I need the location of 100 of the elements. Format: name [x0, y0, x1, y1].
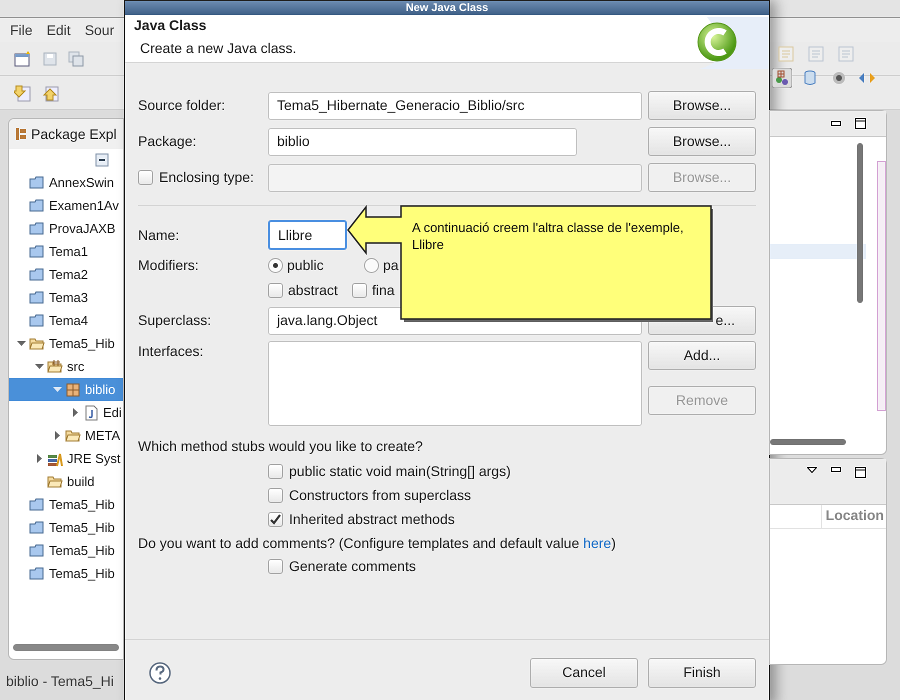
tree-item[interactable]: src — [9, 355, 84, 378]
checkbox-label: Generate comments — [289, 556, 416, 576]
checkbox[interactable] — [268, 282, 283, 298]
radio-button[interactable] — [268, 258, 283, 272]
menu-item[interactable]: Sour — [84, 20, 114, 40]
tree-item[interactable]: Tema5_Hib — [9, 332, 115, 355]
next-annotation-icon[interactable] — [14, 84, 32, 102]
checkbox[interactable] — [268, 558, 283, 574]
checkbox[interactable] — [268, 512, 283, 526]
save-icon[interactable] — [42, 50, 58, 66]
field-label: Modifiers: — [138, 256, 200, 274]
collapse-all-icon[interactable] — [95, 153, 109, 167]
add-button[interactable]: Add... — [648, 341, 756, 370]
browse-button[interactable]: Browse... — [648, 127, 756, 156]
tree-item[interactable]: Tema4 — [9, 309, 88, 332]
callout-text: A continuació creem l'altra classe de l'exemple, Llibre — [412, 219, 685, 253]
help-icon[interactable] — [149, 662, 171, 684]
page-description: Create a new Java class. — [139, 38, 296, 58]
column-header[interactable]: Location — [820, 505, 886, 528]
tree-label: Examen1Av — [49, 196, 119, 215]
scrollbar[interactable] — [13, 644, 119, 651]
maximize-icon[interactable] — [855, 118, 866, 129]
checkbox-label: Inherited abstract methods — [289, 510, 455, 528]
collapse-arrow-icon[interactable] — [52, 431, 62, 440]
checkbox-label: Constructors from superclass — [289, 486, 472, 505]
tree-item[interactable]: Edi — [9, 401, 122, 424]
window-title: New Java Class — [406, 2, 488, 14]
tree-label: src — [67, 358, 84, 376]
expand-arrow-icon[interactable] — [16, 339, 26, 348]
tree-item[interactable]: Tema5_Hib — [9, 493, 115, 516]
tree-item[interactable]: build — [9, 470, 94, 493]
menu-item[interactable]: Edit — [46, 20, 71, 40]
menu-item[interactable]: File — [10, 20, 33, 40]
tree-item[interactable]: Examen1Av — [9, 194, 119, 217]
tree-label: JRE Syst — [67, 450, 120, 468]
checkbox[interactable] — [268, 488, 283, 502]
tree-item[interactable]: JRE Syst — [9, 447, 120, 470]
project-folder-icon — [29, 312, 45, 328]
tree-item[interactable]: Tema3 — [9, 286, 88, 309]
tree-label: META — [85, 426, 120, 445]
finish-button[interactable]: Finish — [648, 658, 756, 688]
tree-label: Edi — [103, 404, 122, 422]
expand-arrow-icon[interactable] — [52, 385, 62, 394]
project-folder-icon — [29, 290, 45, 306]
tree-label: Tema1 — [49, 242, 88, 261]
tree-item[interactable]: AnnexSwin — [9, 171, 114, 194]
project-folder-icon — [29, 174, 45, 190]
checkbox-label: abstract — [288, 280, 338, 300]
tree-item[interactable]: META — [9, 424, 120, 447]
status-text: biblio - Tema5_Hi — [6, 672, 114, 691]
package-icon — [65, 382, 81, 398]
cancel-button[interactable]: Cancel — [530, 658, 638, 688]
tree-item[interactable]: ProvaJAXB — [9, 217, 116, 240]
open-folder-icon — [29, 336, 45, 352]
tree-label: AnnexSwin — [49, 174, 114, 192]
format-icon[interactable] — [778, 46, 794, 62]
browse-button[interactable]: Browse... — [648, 91, 756, 120]
view-menu-icon[interactable] — [807, 467, 817, 473]
source-folder-field[interactable]: Tema5_Hibernate_Generacio_Biblio/src — [268, 92, 642, 120]
field-label: Name: — [138, 226, 180, 244]
document-icon[interactable] — [808, 46, 824, 62]
package-field[interactable]: biblio — [268, 128, 577, 156]
minimize-icon[interactable] — [831, 467, 841, 472]
save-all-icon[interactable] — [68, 50, 84, 66]
project-folder-icon — [29, 220, 45, 236]
field-label: Superclass: — [138, 311, 212, 330]
paragraph-icon[interactable] — [838, 46, 854, 62]
tree-label: ProvaJAXB — [49, 220, 116, 238]
radio-label: pa — [383, 256, 399, 275]
tree-item[interactable]: Tema1 — [9, 240, 88, 263]
toggle-icon[interactable] — [772, 68, 792, 88]
tree-item[interactable]: Tema5_Hib — [9, 516, 115, 539]
checkbox-label: fina — [372, 280, 395, 300]
tree-label: Tema5_Hib — [49, 542, 115, 560]
field-label: Interfaces: — [138, 342, 204, 361]
tree-label: Tema3 — [49, 288, 88, 307]
tree-item[interactable]: Tema5_Hib — [9, 562, 115, 585]
radio-button[interactable] — [364, 258, 379, 272]
collapse-arrow-icon[interactable] — [34, 454, 44, 463]
java-file-icon — [83, 404, 99, 420]
here-link[interactable]: here — [583, 535, 612, 551]
minimize-icon[interactable] — [831, 121, 841, 126]
scrollbar[interactable] — [857, 143, 863, 303]
expand-arrow-icon[interactable] — [34, 362, 44, 371]
name-field[interactable]: Llibre — [268, 220, 347, 250]
section-label: Which method stubs would you like to create? — [138, 437, 424, 456]
interfaces-list[interactable] — [268, 341, 642, 426]
tree-item[interactable]: Tema5_Hib — [9, 539, 115, 562]
scrollbar[interactable] — [770, 439, 846, 445]
maximize-icon[interactable] — [855, 467, 866, 478]
project-folder-icon — [29, 520, 45, 536]
collapse-arrow-icon[interactable] — [70, 408, 80, 417]
tree-item[interactable]: Tema2 — [9, 263, 88, 286]
project-folder-icon — [29, 266, 45, 282]
project-folder-icon — [29, 244, 45, 260]
new-file-icon[interactable] — [14, 50, 32, 66]
checkbox[interactable] — [352, 282, 367, 298]
tree-label: Tema4 — [49, 312, 88, 330]
checkbox[interactable] — [268, 464, 283, 478]
previous-annotation-icon[interactable] — [42, 84, 60, 102]
